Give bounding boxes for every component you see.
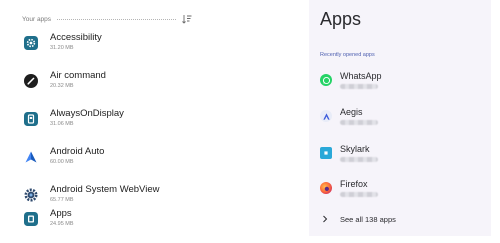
app-size: 31.06 MB <box>50 121 74 127</box>
app-row-android-auto[interactable]: Android Auto 60.00 MB <box>14 138 204 176</box>
skylark-icon <box>320 147 332 159</box>
android-auto-icon <box>24 150 38 164</box>
apps-panel: Apps Recently opened apps WhatsApp Aegis <box>309 0 491 236</box>
app-row-accessibility[interactable]: Accessibility 31.20 MB <box>14 24 204 62</box>
aegis-icon <box>320 110 332 122</box>
redacted-text <box>340 192 378 197</box>
see-all-label: See all 138 apps <box>340 215 396 224</box>
chevron-right-icon <box>321 214 329 224</box>
recent-app-whatsapp[interactable]: WhatsApp <box>309 66 491 102</box>
app-name: Android Auto <box>50 146 105 157</box>
header-divider <box>57 18 176 20</box>
app-size: 31.20 MB <box>50 45 74 51</box>
app-size: 24.95 MB <box>50 221 74 227</box>
recent-app-name: Skylark <box>340 144 370 154</box>
see-all-apps-button[interactable]: See all 138 apps <box>309 210 491 228</box>
app-name: AlwaysOnDisplay <box>50 108 124 119</box>
redacted-text <box>340 157 378 162</box>
recent-app-name: Aegis <box>340 107 363 117</box>
firefox-icon <box>320 182 332 194</box>
pen-icon <box>24 74 38 88</box>
redacted-text <box>340 120 378 125</box>
your-apps-panel: Your apps Accessibility 31.20 MB Air com… <box>14 4 204 236</box>
app-row-air-command[interactable]: Air command 20.32 MB <box>14 62 204 100</box>
recent-app-firefox[interactable]: Firefox <box>309 174 491 210</box>
app-size: 20.32 MB <box>50 83 74 89</box>
your-apps-title: Your apps <box>22 15 52 23</box>
recent-app-skylark[interactable]: Skylark <box>309 139 491 175</box>
accessibility-gear-icon <box>24 36 38 50</box>
recent-app-name: WhatsApp <box>340 71 382 81</box>
sort-icon[interactable] <box>182 14 192 24</box>
whatsapp-icon <box>320 74 332 86</box>
always-on-display-icon <box>24 112 38 126</box>
app-name: Air command <box>50 70 106 81</box>
app-size: 60.00 MB <box>50 159 74 165</box>
recent-app-name: Firefox <box>340 179 368 189</box>
app-name: Android System WebView <box>50 184 160 195</box>
app-row-always-on-display[interactable]: AlwaysOnDisplay 31.06 MB <box>14 100 204 138</box>
page-title: Apps <box>320 9 362 29</box>
recent-app-aegis[interactable]: Aegis <box>309 102 491 138</box>
app-name: Apps <box>50 208 72 219</box>
redacted-text <box>340 84 378 89</box>
app-name: Accessibility <box>50 32 102 43</box>
recently-opened-label: Recently opened apps <box>320 52 375 58</box>
app-row-apps[interactable]: Apps 24.95 MB <box>14 200 204 238</box>
apps-icon <box>24 212 38 226</box>
